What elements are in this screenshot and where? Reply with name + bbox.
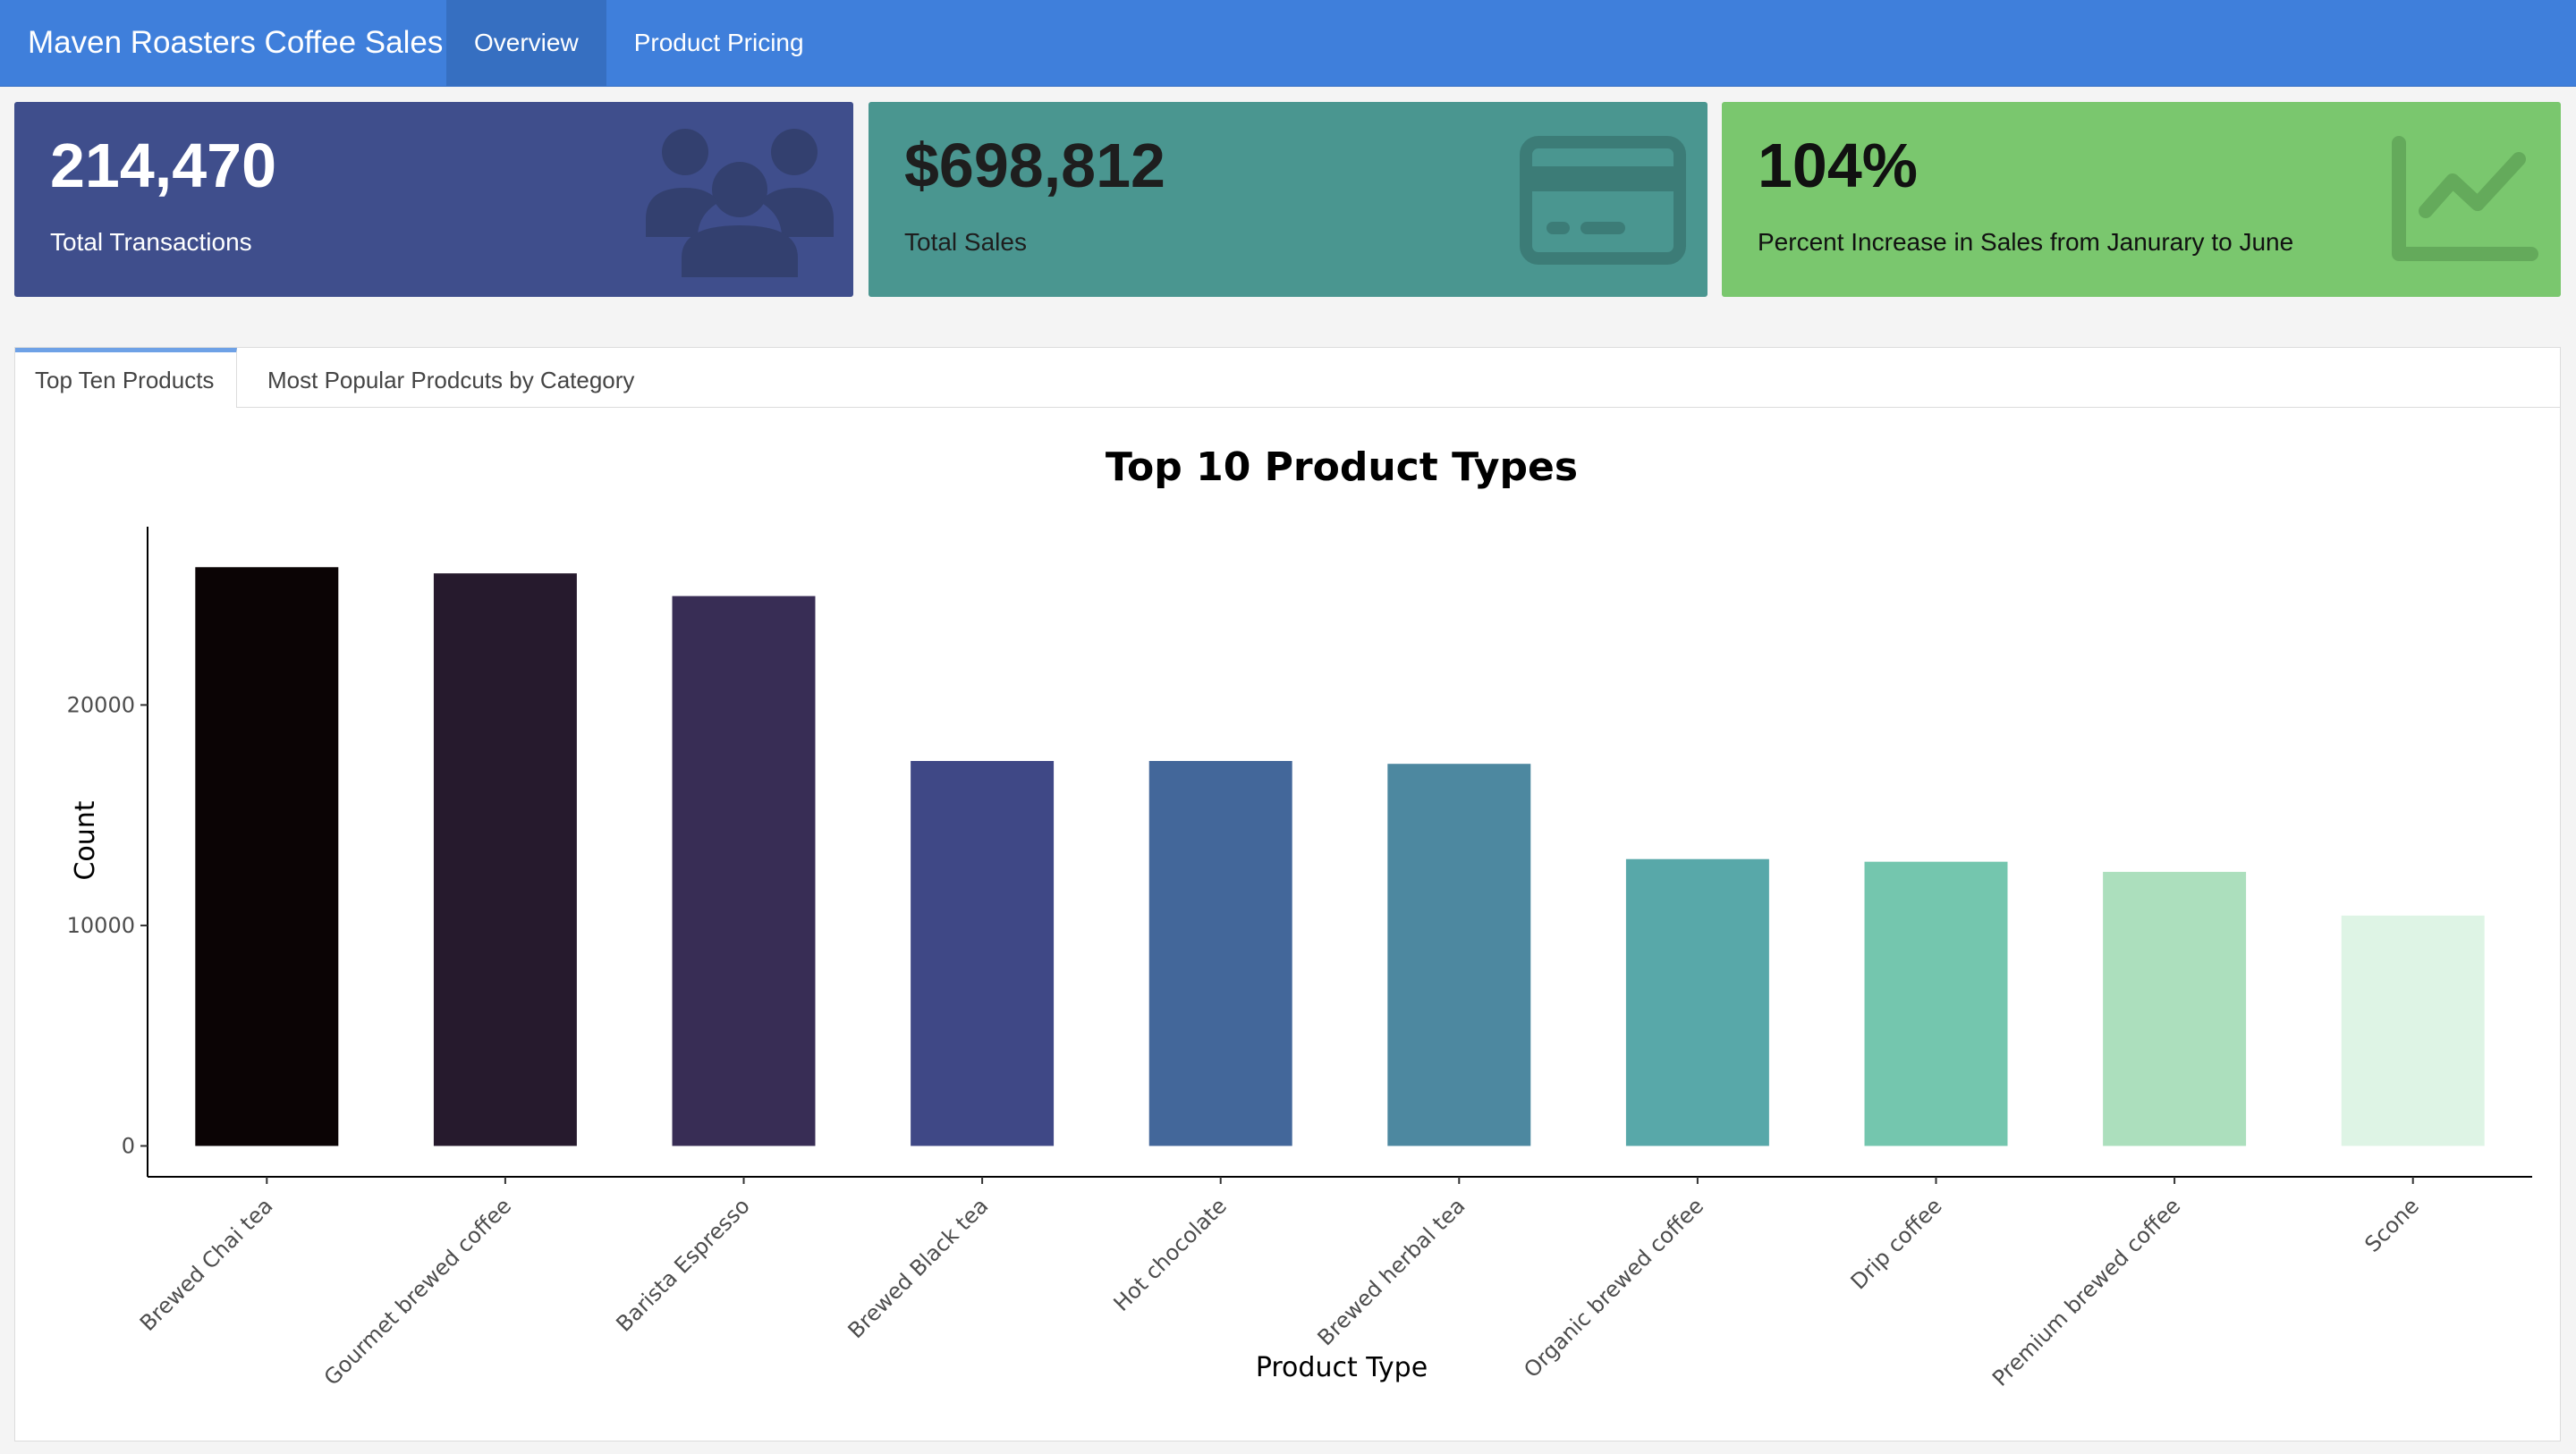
bar — [1625, 858, 1769, 1146]
bar — [672, 596, 816, 1146]
bar — [195, 567, 339, 1146]
y-tick-label: 0 — [122, 1133, 135, 1158]
x-tick-label: Hot chocolate — [1109, 1193, 1232, 1315]
bar — [1387, 764, 1531, 1146]
users-icon — [646, 129, 834, 277]
sales-increase-box: 104% Percent Increase in Sales from Janu… — [1722, 102, 2561, 297]
bar — [2341, 915, 2485, 1146]
y-tick-label: 10000 — [67, 913, 135, 938]
nav-tab-overview[interactable]: Overview — [446, 0, 606, 86]
tab-top-ten-products[interactable]: Top Ten Products — [15, 348, 237, 408]
total-transactions-box: 214,470 Total Transactions — [14, 102, 853, 297]
bar — [433, 573, 577, 1146]
bar — [1864, 861, 2008, 1146]
app-title: Maven Roasters Coffee Sales — [28, 25, 444, 60]
x-tick-label: Organic brewed coffee — [1519, 1193, 1708, 1382]
tab-popular-by-category[interactable]: Most Popular Prodcuts by Category — [248, 348, 654, 407]
top-products-chart: Top 10 Product Types Count Product Type … — [67, 444, 2532, 1391]
y-axis-label: Count — [70, 800, 101, 880]
x-tick-label: Brewed Chai tea — [135, 1193, 278, 1336]
bar — [1148, 761, 1292, 1146]
x-tick-label: Barista Espresso — [611, 1193, 754, 1336]
x-tick-label: Brewed herbal tea — [1313, 1193, 1470, 1350]
top-navbar: Maven Roasters Coffee Sales Overview Pro… — [0, 0, 2576, 87]
bar — [911, 761, 1055, 1146]
x-axis-label: Product Type — [1256, 1352, 1428, 1383]
total-transactions-value: 214,470 — [50, 131, 277, 200]
total-sales-box: $698,812 Total Sales — [869, 102, 1707, 297]
nav-tab-product-pricing[interactable]: Product Pricing — [606, 0, 832, 86]
x-tick-label: Drip coffee — [1846, 1193, 1947, 1294]
chart-title: Top 10 Product Types — [1106, 444, 1578, 490]
x-tick-label: Scone — [2360, 1193, 2423, 1256]
chart-tab-bar: Top Ten Products Most Popular Prodcuts b… — [15, 348, 2560, 408]
x-tick-label: Gourmet brewed coffee — [319, 1193, 516, 1390]
total-sales-caption: Total Sales — [904, 228, 1027, 256]
chart-tab-panel: Top Ten Products Most Popular Prodcuts b… — [14, 347, 2561, 1441]
total-transactions-caption: Total Transactions — [50, 228, 252, 256]
y-tick-label: 20000 — [67, 692, 135, 717]
x-tick-label: Premium brewed coffee — [1987, 1193, 2185, 1391]
line-chart-icon — [2392, 136, 2538, 261]
credit-card-icon — [1520, 136, 1686, 265]
total-sales-value: $698,812 — [904, 131, 1165, 200]
sales-increase-caption: Percent Increase in Sales from Janurary … — [1758, 228, 2294, 256]
x-tick-label: Brewed Black tea — [843, 1193, 994, 1343]
sales-increase-value: 104% — [1758, 131, 1919, 200]
bar — [2103, 872, 2247, 1146]
